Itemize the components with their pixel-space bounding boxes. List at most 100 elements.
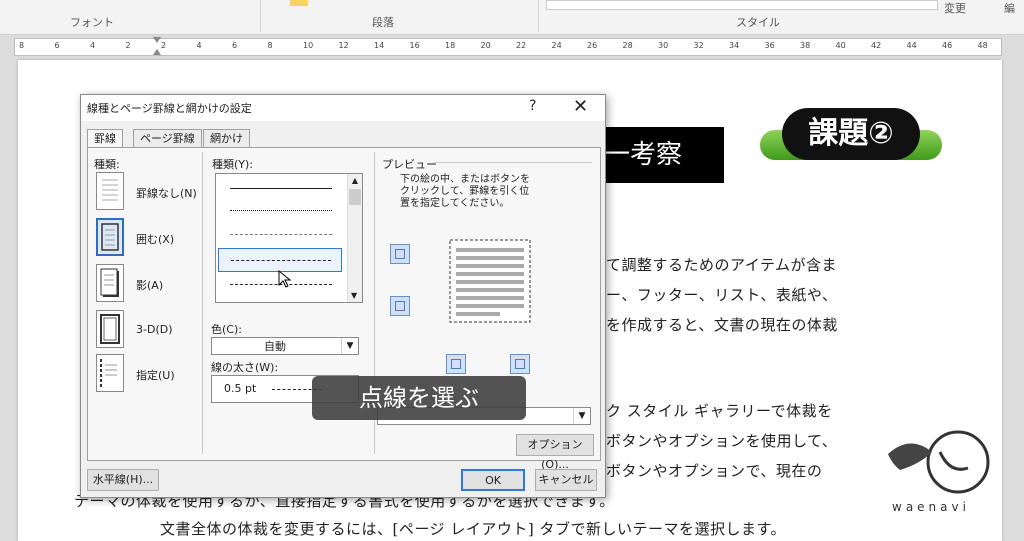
doc-line: 文書全体の体裁を変更するには、[ページ レイアウト] タブで新しいテーマを選択し… <box>160 520 786 538</box>
ribbon: フォント 段落 スタイル 変更 編 <box>0 0 1024 35</box>
ruler-tick: 10 <box>303 41 314 50</box>
doc-line: ボタンやオプションを使用して、 <box>606 432 838 450</box>
tab-borders[interactable]: 罫線 <box>87 129 123 149</box>
ruler-tick: 22 <box>516 41 527 50</box>
setting-custom-icon <box>96 354 124 392</box>
style-dashed-fine[interactable] <box>230 234 332 235</box>
paragraph-group-label: 段落 <box>372 16 394 29</box>
setting-box-icon <box>96 218 124 256</box>
color-dropdown[interactable]: 自動 ▼ <box>211 337 359 355</box>
ruler-tick: 6 <box>54 41 60 50</box>
ruler-tick: 8 <box>267 41 273 50</box>
ruler-tick: 36 <box>764 41 775 50</box>
close-button[interactable]: ✕ <box>573 96 588 117</box>
setting-shadow[interactable]: 影(A) <box>96 264 206 304</box>
width-label: 線の太さ(W): <box>211 361 279 374</box>
scroll-down-icon[interactable]: ▼ <box>351 291 357 300</box>
style-dashed-selected[interactable] <box>218 248 342 272</box>
doc-line: ボタンやオプションで、現在の <box>606 462 823 480</box>
highlight-icon[interactable] <box>290 0 308 6</box>
setting-custom[interactable]: 指定(U) <box>96 354 206 394</box>
color-value: 自動 <box>264 340 286 353</box>
cancel-button[interactable]: キャンセル <box>535 469 597 491</box>
horizontal-ruler[interactable]: 8 6 4 2 2 4 6 8 10 12 14 16 18 20 22 24 26 28 30 32 34 36 38 40… <box>14 37 1002 56</box>
style-gallery[interactable] <box>546 0 938 10</box>
ruler-tick: 30 <box>658 41 669 50</box>
dashed-sample <box>231 260 331 261</box>
scroll-thumb[interactable] <box>349 189 361 205</box>
left-border-button[interactable] <box>446 354 466 374</box>
doc-line: て調整するためのアイテムが含ま <box>606 256 838 274</box>
setting-shadow-label: 影(A) <box>136 279 164 292</box>
ruler-tick: 6 <box>232 41 238 50</box>
color-label: 色(C): <box>211 323 242 336</box>
chevron-down-icon[interactable]: ▼ <box>573 408 590 424</box>
ruler-tick: 28 <box>622 41 633 50</box>
right-border-button[interactable] <box>510 354 530 374</box>
video-subtitle: 点線を選ぶ <box>312 376 526 420</box>
ribbon-separator <box>260 0 261 32</box>
setting-box[interactable]: 囲む(X) <box>96 218 206 258</box>
tab-page-border[interactable]: ページ罫線 <box>133 129 202 148</box>
ruler-tick: 40 <box>835 41 846 50</box>
doc-line: ク スタイル ギャラリーで体裁を <box>606 402 833 420</box>
ruler-tick: 4 <box>90 41 96 50</box>
bottom-border-button[interactable] <box>390 296 410 316</box>
ruler-tick: 34 <box>729 41 740 50</box>
waenavi-logo: waenavi <box>880 424 990 520</box>
bird-logo-icon <box>888 430 990 494</box>
setting-3d[interactable]: 3-D(D) <box>96 310 206 350</box>
setting-3d-label: 3-D(D) <box>136 323 173 336</box>
ruler-tick: 26 <box>587 41 598 50</box>
ruler-tick: 46 <box>942 41 953 50</box>
setting-custom-label: 指定(U) <box>136 369 175 382</box>
ribbon-separator <box>538 0 539 32</box>
ruler-tick: 14 <box>374 41 385 50</box>
options-button[interactable]: オプション(O)... <box>516 434 594 471</box>
edit-group-label: 編 <box>1004 2 1015 15</box>
setting-label: 種類: <box>94 158 120 171</box>
ok-button[interactable]: OK <box>461 469 525 491</box>
dialog-title: 線種とページ罫線と網かけの設定 <box>87 102 252 115</box>
setting-none[interactable]: 罫線なし(N) <box>96 172 206 212</box>
setting-shadow-icon <box>96 264 124 302</box>
top-border-button[interactable] <box>390 244 410 264</box>
borders-and-shading-dialog[interactable]: 線種とページ罫線と網かけの設定 ? ✕ 罫線 ページ罫線 網かけ 種類: 罫線な… <box>80 94 606 498</box>
doc-line: ー、フッター、リスト、表紙や、 <box>606 286 838 304</box>
preview-hint-3: 置を指定してください。 <box>400 198 510 209</box>
ruler-tick: 32 <box>693 41 704 50</box>
document-title-partial: 一考察 <box>600 127 724 183</box>
help-button[interactable]: ? <box>529 98 536 114</box>
preview-rule <box>434 162 592 163</box>
scroll-up-icon[interactable]: ▲ <box>348 176 362 185</box>
setting-none-icon <box>96 172 124 210</box>
ruler-tick: 8 <box>19 41 25 50</box>
tab-shading[interactable]: 網かけ <box>203 129 250 148</box>
ruler-tick: 2 <box>125 41 131 50</box>
style-label: 種類(Y): <box>212 158 254 171</box>
logo-text: waenavi <box>892 500 970 514</box>
setting-3d-icon <box>96 310 124 348</box>
ruler-tick: 16 <box>409 41 420 50</box>
indent-marker-icon[interactable] <box>153 37 161 55</box>
style-list-scrollbar[interactable]: ▲ ▼ <box>347 174 362 302</box>
ruler-tick: 24 <box>551 41 562 50</box>
ruler-tick: 18 <box>445 41 456 50</box>
ruler-tick: 44 <box>906 41 917 50</box>
style-solid[interactable] <box>230 188 332 189</box>
change-styles-button[interactable]: 変更 <box>944 0 966 16</box>
ruler-tick: 38 <box>800 41 811 50</box>
ruler-tick: 12 <box>338 41 349 50</box>
font-group-label: フォント <box>70 16 114 29</box>
preview-area[interactable] <box>448 238 532 324</box>
chevron-down-icon[interactable]: ▼ <box>341 338 358 354</box>
horizontal-line-button[interactable]: 水平線(H)... <box>87 469 159 491</box>
badge-label: 課題② <box>782 108 920 160</box>
style-dotted[interactable] <box>230 210 332 211</box>
dialog-titlebar[interactable]: 線種とページ罫線と網かけの設定 ? ✕ <box>81 95 605 121</box>
mouse-cursor-icon <box>278 269 292 288</box>
border-style-list[interactable]: ▲ ▼ <box>215 173 363 303</box>
ruler-tick: 48 <box>977 41 988 50</box>
ruler-tick: 42 <box>871 41 882 50</box>
assignment-badge: 課題② <box>760 108 942 160</box>
